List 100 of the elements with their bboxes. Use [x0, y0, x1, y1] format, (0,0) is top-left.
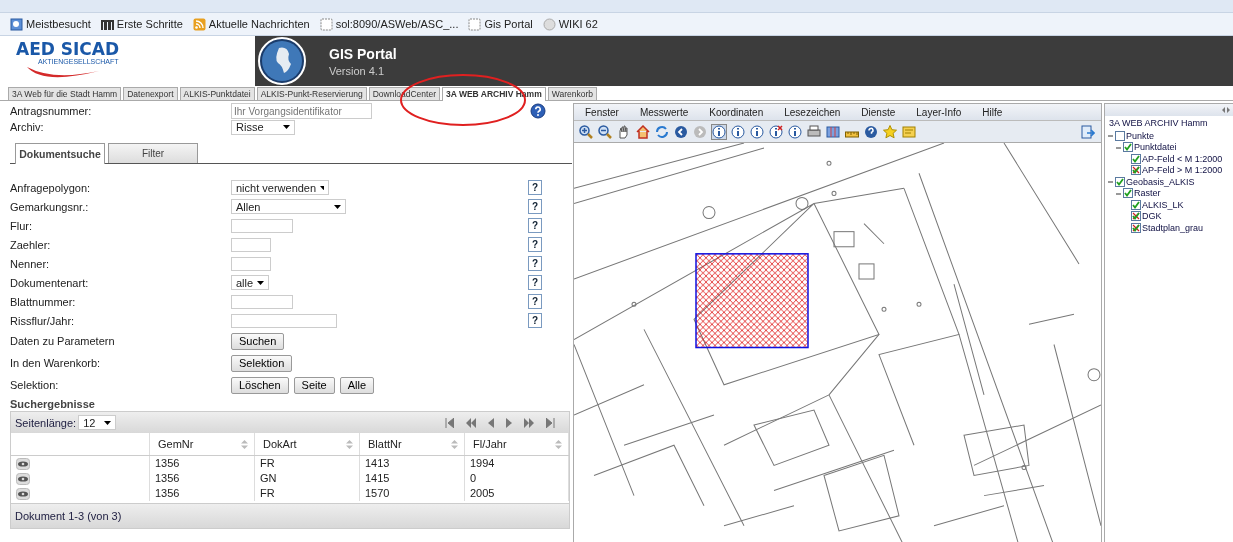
action-button[interactable]: Seite: [293, 376, 335, 394]
menu-item[interactable]: Fenster: [585, 106, 640, 118]
sort-icon: [346, 439, 353, 449]
print-icon[interactable]: [806, 123, 822, 140]
collapse-icon[interactable]: [1222, 107, 1230, 113]
column-header[interactable]: Fl/Jahr: [465, 433, 569, 455]
help-button[interactable]: ?: [528, 199, 542, 214]
help-icon[interactable]: [530, 103, 546, 119]
info-icon[interactable]: [730, 123, 746, 140]
bookmark[interactable]: WIKI 62: [542, 17, 598, 31]
app-tab[interactable]: Warenkorb: [547, 87, 597, 100]
info-icon[interactable]: [768, 123, 784, 140]
input-field[interactable]: [231, 313, 337, 328]
dropdown[interactable]: nicht verwenden: [231, 180, 329, 195]
eye-icon[interactable]: [16, 472, 30, 485]
result-count: Dokument 1-3 (von 3): [15, 510, 122, 522]
last-page-icon[interactable]: [546, 417, 555, 428]
input-field[interactable]: [231, 237, 271, 252]
help-button[interactable]: ?: [528, 218, 542, 233]
first-page-icon[interactable]: [445, 417, 454, 428]
map-icon[interactable]: [825, 123, 841, 140]
selection-rectangle[interactable]: [695, 253, 809, 349]
form-tab[interactable]: Dokumentsuche: [15, 143, 105, 164]
checkbox[interactable]: [1131, 211, 1141, 222]
checkbox[interactable]: [1131, 153, 1141, 164]
bookmark[interactable]: Meistbesucht: [10, 17, 91, 31]
previous-icon[interactable]: [488, 417, 494, 428]
export-icon[interactable]: [1081, 124, 1095, 139]
app-tab[interactable]: ALKIS-Punktdatei: [179, 87, 255, 100]
help-button[interactable]: ?: [528, 237, 542, 252]
column-header[interactable]: BlattNr: [360, 433, 465, 455]
fast-forward-icon[interactable]: [524, 417, 534, 428]
input-field[interactable]: [231, 218, 293, 233]
help-button[interactable]: ?: [528, 294, 542, 309]
checkbox[interactable]: [1131, 222, 1141, 233]
checkbox[interactable]: [1115, 130, 1125, 141]
checkbox[interactable]: [1123, 142, 1133, 153]
bookmark[interactable]: Erste Schritte: [100, 17, 183, 31]
menu-item[interactable]: Layer-Info: [916, 106, 983, 118]
bookmark[interactable]: Aktuelle Nachrichten: [192, 17, 310, 31]
eye-icon[interactable]: [16, 487, 30, 500]
info-icon[interactable]: [749, 123, 765, 140]
layer-label[interactable]: Stadtplan_grau: [1142, 222, 1204, 233]
help-icon[interactable]: [863, 123, 879, 140]
layer-label[interactable]: Punkte: [1126, 130, 1155, 141]
request-number-field[interactable]: Ihr Vorgangsidentifikator: [231, 103, 372, 119]
page-length-select[interactable]: 12: [78, 415, 117, 430]
app-tab[interactable]: ALKIS-Punkt-Reservierung: [256, 87, 367, 100]
table-cell: 0: [465, 471, 569, 486]
menu-item[interactable]: Messwerte: [639, 106, 710, 118]
checkbox[interactable]: [1131, 165, 1141, 176]
zoom-in-icon[interactable]: [578, 123, 594, 140]
layer-label[interactable]: AP-Feld > M 1:2000: [1142, 165, 1223, 176]
menu-item[interactable]: Hilfe: [982, 106, 1024, 118]
info-icon[interactable]: [787, 123, 803, 140]
input-field[interactable]: [231, 294, 293, 309]
fast-back-icon[interactable]: [466, 417, 476, 428]
refresh-icon[interactable]: [654, 123, 670, 140]
bookmark[interactable]: sol:8090/ASWeb/ASC_...: [319, 17, 459, 31]
app-tab[interactable]: Datenexport: [123, 87, 178, 100]
layer-label[interactable]: Geobasis_ALKIS: [1126, 176, 1195, 187]
help-button[interactable]: ?: [528, 256, 542, 271]
field-label: Blattnummer:: [10, 295, 77, 308]
menu-item[interactable]: Dienste: [861, 106, 917, 118]
checkbox[interactable]: [1123, 188, 1133, 199]
bookmark[interactable]: Gis Portal: [468, 17, 533, 31]
action-button[interactable]: Suchen: [231, 332, 285, 350]
layer-label[interactable]: DGK: [1142, 211, 1162, 222]
checkbox[interactable]: [1115, 176, 1125, 187]
menu-item[interactable]: Koordinaten: [709, 106, 785, 118]
home-icon[interactable]: [635, 123, 651, 140]
star-icon[interactable]: [882, 123, 898, 140]
info-icon[interactable]: [711, 123, 727, 140]
column-header[interactable]: DokArt: [255, 433, 360, 455]
dropdown[interactable]: Allen: [231, 199, 346, 214]
app-tab[interactable]: 3A Web für die Stadt Hamm: [8, 87, 122, 100]
column-header[interactable]: GemNr: [150, 433, 255, 455]
form-tab[interactable]: Filter: [108, 143, 198, 163]
action-button[interactable]: Alle: [339, 376, 374, 394]
archive-select[interactable]: Risse: [231, 119, 295, 135]
checkbox[interactable]: [1131, 199, 1141, 210]
layer-label[interactable]: ALKIS_LK: [1142, 199, 1184, 210]
zoom-out-icon[interactable]: [597, 123, 613, 140]
action-button[interactable]: Löschen: [231, 376, 289, 394]
action-button[interactable]: Selektion: [231, 354, 293, 372]
menu-item[interactable]: Lesezeichen: [784, 106, 862, 118]
field-label: Selektion:: [10, 379, 60, 391]
help-button[interactable]: ?: [528, 275, 542, 290]
field-label: Anfragepolygon:: [10, 181, 92, 194]
eye-icon[interactable]: [16, 457, 30, 470]
help-button[interactable]: ?: [528, 313, 542, 328]
table-cell: 1413: [360, 456, 465, 471]
back-icon[interactable]: [673, 123, 689, 140]
help-button[interactable]: ?: [528, 180, 542, 195]
dropdown[interactable]: alle: [231, 275, 269, 290]
input-field[interactable]: [231, 256, 271, 271]
layer-label[interactable]: Punktdatei: [1134, 142, 1177, 153]
layer-label[interactable]: AP-Feld < M 1:2000: [1142, 153, 1223, 164]
next-icon[interactable]: [506, 417, 512, 428]
layer-label[interactable]: Raster: [1134, 188, 1161, 199]
